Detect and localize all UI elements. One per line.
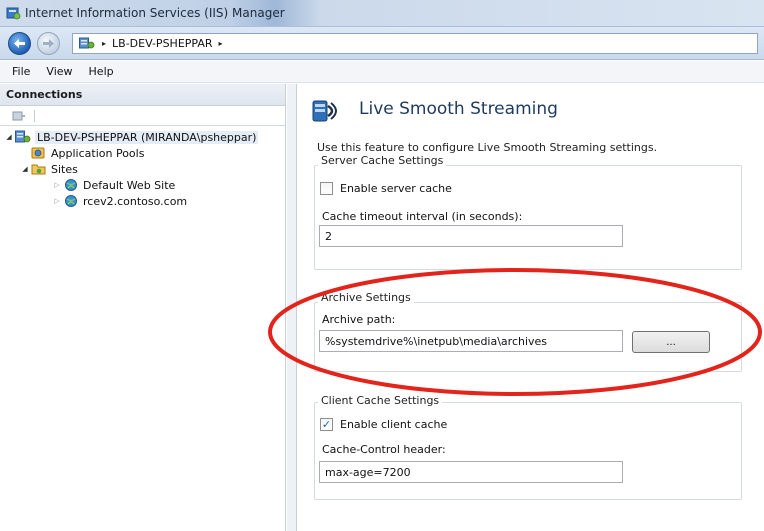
feature-pane: Live Smooth Streaming Use this feature t… xyxy=(298,84,764,531)
iis-manager-icon xyxy=(6,7,21,20)
tree-node-server[interactable]: ◢ LB-DEV-PSHEPPAR (MIRANDA\psheppar) xyxy=(0,129,285,145)
sites-folder-icon xyxy=(31,164,46,175)
tree-label: Sites xyxy=(51,162,78,176)
tree-label: rcev2.contoso.com xyxy=(83,194,188,208)
window-title-bar: Internet Information Services (IIS) Mana… xyxy=(0,0,764,27)
archive-settings-legend: Archive Settings xyxy=(318,291,414,304)
checkmark-icon: ✓ xyxy=(321,418,332,431)
archive-path-label: Archive path: xyxy=(322,313,396,326)
website-icon xyxy=(65,195,77,207)
connections-header: Connections xyxy=(0,84,285,106)
feature-description: Use this feature to configure Live Smoot… xyxy=(317,141,658,154)
menu-help[interactable]: Help xyxy=(81,65,122,78)
connections-pane: Connections ◢ LB-DEV-PSHEPPAR (MIRANDA\p… xyxy=(0,84,286,531)
website-icon xyxy=(65,179,77,191)
forward-button[interactable] xyxy=(37,32,60,55)
address-bar: ▸ LB-DEV-PSHEPPAR ▸ xyxy=(0,27,764,60)
tree-label: Application Pools xyxy=(51,146,145,160)
tree-node-default-web-site[interactable]: ▷ Default Web Site xyxy=(0,177,285,193)
expand-arrow-icon[interactable]: ▷ xyxy=(52,181,62,189)
cache-control-input[interactable]: max-age=7200 xyxy=(319,461,623,483)
connections-tree: ◢ LB-DEV-PSHEPPAR (MIRANDA\psheppar) App… xyxy=(0,126,285,209)
breadcrumb-separator[interactable]: ▸ xyxy=(219,39,223,48)
tree-label: Default Web Site xyxy=(83,178,176,192)
cache-control-label: Cache-Control header: xyxy=(322,443,446,456)
archive-path-input[interactable]: %systemdrive%\inetpub\media\archives xyxy=(319,330,623,352)
collapse-arrow-icon[interactable]: ◢ xyxy=(4,133,14,141)
cache-timeout-input[interactable]: 2 xyxy=(319,225,623,247)
tree-node-sites[interactable]: ◢ Sites xyxy=(0,161,285,177)
server-icon xyxy=(15,130,31,143)
collapse-arrow-icon[interactable]: ◢ xyxy=(20,165,30,173)
enable-client-cache-label: Enable client cache xyxy=(340,418,448,431)
menu-bar: File View Help xyxy=(0,61,764,83)
window-title: Internet Information Services (IIS) Mana… xyxy=(25,6,285,20)
enable-server-cache-label: Enable server cache xyxy=(340,182,452,195)
server-cache-legend: Server Cache Settings xyxy=(318,154,447,167)
cache-timeout-label: Cache timeout interval (in seconds): xyxy=(322,210,523,223)
connections-toolbar xyxy=(0,106,285,126)
pane-splitter[interactable] xyxy=(287,84,297,531)
arrow-left-icon xyxy=(14,39,25,48)
tree-node-rcev2-site[interactable]: ▷ rcev2.contoso.com xyxy=(0,193,285,209)
connect-icon[interactable] xyxy=(12,110,26,122)
page-title: Live Smooth Streaming xyxy=(359,99,558,119)
tree-node-application-pools[interactable]: Application Pools xyxy=(0,145,285,161)
server-icon xyxy=(79,37,95,49)
enable-server-cache-row[interactable]: Enable server cache xyxy=(320,182,452,195)
breadcrumb-separator: ▸ xyxy=(102,39,107,48)
live-smooth-streaming-icon xyxy=(312,100,337,122)
back-button[interactable] xyxy=(8,32,31,55)
breadcrumb[interactable]: ▸ LB-DEV-PSHEPPAR ▸ xyxy=(72,33,758,54)
enable-server-cache-checkbox[interactable] xyxy=(320,182,333,195)
menu-view[interactable]: View xyxy=(38,65,80,78)
browse-button[interactable]: ... xyxy=(632,331,710,353)
toolbar-divider xyxy=(34,109,35,122)
expand-arrow-icon[interactable]: ▷ xyxy=(52,197,62,205)
breadcrumb-item-server[interactable]: LB-DEV-PSHEPPAR xyxy=(112,37,212,50)
menu-file[interactable]: File xyxy=(4,65,38,78)
tree-label: LB-DEV-PSHEPPAR (MIRANDA\psheppar) xyxy=(35,130,259,144)
enable-client-cache-checkbox[interactable]: ✓ xyxy=(320,418,333,431)
app-pools-icon xyxy=(31,147,45,159)
client-cache-legend: Client Cache Settings xyxy=(318,394,443,407)
arrow-right-icon xyxy=(43,39,54,48)
enable-client-cache-row[interactable]: ✓ Enable client cache xyxy=(320,418,447,431)
